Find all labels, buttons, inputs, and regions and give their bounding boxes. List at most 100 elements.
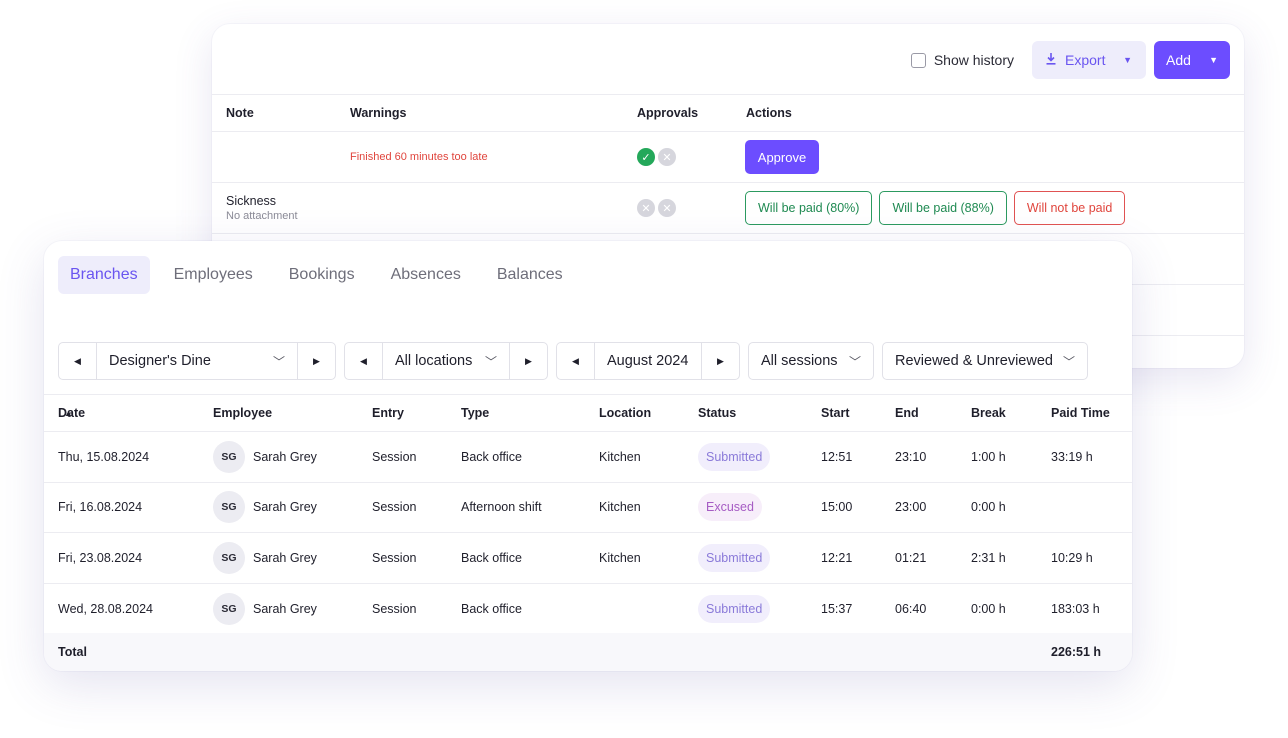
will-be-paid-80-button[interactable]: Will be paid (80%): [745, 191, 873, 225]
table-row: Finished 60 minutes too late ✓ ✕ Approve: [212, 132, 1244, 183]
col-location: Location: [599, 406, 652, 420]
col-actions: Actions: [746, 106, 792, 120]
col-note: Note: [226, 106, 254, 120]
location-select[interactable]: All locations ﹀: [383, 343, 509, 379]
paid-time-cell: 183:03 h: [1051, 601, 1100, 616]
table-row[interactable]: Wed, 28.08.2024 SG Sarah Grey Session Ba…: [44, 584, 1132, 635]
next-location-button[interactable]: ▶: [509, 343, 547, 379]
col-break: Break: [971, 406, 1006, 420]
date-cell: Fri, 23.08.2024: [58, 550, 143, 565]
approvals-table-header: Note Warnings Approvals Actions: [212, 94, 1244, 132]
status-cell: Submitted: [698, 584, 771, 635]
month-display[interactable]: August 2024: [595, 343, 701, 379]
location-cell: Kitchen: [599, 500, 641, 515]
sort-asc-icon: ▲: [64, 408, 73, 418]
show-history-toggle[interactable]: Show history: [910, 52, 1014, 68]
chevron-down-icon: ﹀: [1062, 354, 1075, 369]
avatar: SG: [213, 541, 245, 574]
location-cell: Kitchen: [599, 550, 641, 565]
date-cell: Thu, 15.08.2024: [58, 449, 150, 464]
col-end: End: [895, 406, 919, 420]
status-badge: Submitted: [698, 594, 771, 623]
start-cell: 12:21: [821, 550, 853, 565]
prev-location-button[interactable]: ◀: [345, 343, 383, 379]
avatar: SG: [213, 440, 245, 473]
tab-bar: Branches Employees Bookings Absences Bal…: [58, 256, 583, 294]
col-type: Type: [461, 406, 490, 420]
col-entry: Entry: [372, 406, 404, 420]
end-cell: 06:40: [895, 601, 927, 616]
tab-absences[interactable]: Absences: [379, 256, 473, 294]
location-cell: Kitchen: [599, 449, 641, 464]
branch-select[interactable]: Designer's Dine ﹀: [97, 343, 297, 379]
caret-down-icon[interactable]: ▼: [1209, 55, 1218, 65]
break-cell: 1:00 h: [971, 449, 1006, 464]
entry-cell: Session: [372, 601, 417, 616]
branch-value: Designer's Dine: [109, 353, 211, 369]
prev-branch-button[interactable]: ◀: [59, 343, 97, 379]
employee-name: Sarah Grey: [253, 601, 317, 616]
will-not-be-paid-button[interactable]: Will not be paid: [1013, 191, 1126, 225]
type-cell: Back office: [461, 550, 522, 565]
end-cell: 23:10: [895, 449, 927, 464]
location-value: All locations: [395, 353, 473, 369]
location-filter: ◀ All locations ﹀ ▶: [344, 342, 548, 380]
avatar: SG: [213, 491, 245, 524]
col-start: Start: [821, 406, 850, 420]
row-actions: Will be paid (80%) Will be paid (88%) Wi…: [745, 183, 1126, 233]
note-subtext: No attachment: [226, 210, 298, 222]
status-badge: Submitted: [698, 543, 771, 572]
export-button[interactable]: Export ▼: [1032, 41, 1146, 79]
entry-cell: Session: [372, 500, 417, 515]
entry-cell: Session: [372, 449, 417, 464]
will-be-paid-88-button[interactable]: Will be paid (88%): [879, 191, 1007, 225]
tab-employees[interactable]: Employees: [162, 256, 265, 294]
tab-bookings[interactable]: Bookings: [277, 256, 367, 294]
review-value: Reviewed & Unreviewed: [895, 353, 1053, 369]
break-cell: 2:31 h: [971, 550, 1006, 565]
employee-cell: SG Sarah Grey: [213, 584, 317, 635]
close-icon: ✕: [658, 148, 676, 166]
next-branch-button[interactable]: ▶: [297, 343, 335, 379]
date-cell: Fri, 16.08.2024: [58, 500, 143, 515]
status-cell: Submitted: [698, 432, 771, 482]
paid-time-cell: 33:19 h: [1051, 449, 1093, 464]
col-status: Status: [698, 406, 737, 420]
close-icon: ✕: [637, 199, 655, 217]
review-select[interactable]: Reviewed & Unreviewed ﹀: [882, 342, 1088, 380]
entry-cell: Session: [372, 550, 417, 565]
total-value: 226:51 h: [1051, 645, 1102, 659]
start-cell: 15:00: [821, 500, 853, 515]
paid-time-cell: 10:29 h: [1051, 550, 1093, 565]
col-approvals: Approvals: [637, 106, 699, 120]
start-cell: 12:51: [821, 449, 853, 464]
add-button[interactable]: Add ▼: [1154, 41, 1230, 79]
total-label: Total: [58, 645, 87, 659]
employee-name: Sarah Grey: [253, 550, 317, 565]
sessions-select[interactable]: All sessions ﹀: [748, 342, 874, 380]
chevron-down-icon: ﹀: [272, 354, 285, 369]
status-cell: Excused: [698, 483, 762, 533]
month-filter: ◀ August 2024 ▶: [556, 342, 740, 380]
col-employee: Employee: [213, 406, 273, 420]
caret-down-icon[interactable]: ▼: [1123, 55, 1132, 65]
employee-name: Sarah Grey: [253, 500, 317, 515]
download-icon: [1046, 52, 1056, 68]
col-warnings: Warnings: [350, 106, 407, 120]
bookings-table: Date ▲ Employee Entry Type Location Stat…: [44, 394, 1132, 634]
approve-button[interactable]: Approve: [745, 140, 819, 174]
prev-month-button[interactable]: ◀: [557, 343, 595, 379]
show-history-label: Show history: [933, 52, 1014, 68]
table-row: Sickness No attachment ✕ ✕ Will be paid …: [212, 183, 1244, 234]
table-row[interactable]: Thu, 15.08.2024 SG Sarah Grey Session Ba…: [44, 432, 1132, 483]
start-cell: 15:37: [821, 601, 853, 616]
next-month-button[interactable]: ▶: [701, 343, 739, 379]
table-row[interactable]: Fri, 16.08.2024 SG Sarah Grey Session Af…: [44, 483, 1132, 533]
table-total-row: Total 226:51 h: [44, 633, 1132, 671]
toolbar: Show history Export ▼ Add ▼: [910, 41, 1230, 79]
tab-balances[interactable]: Balances: [485, 256, 575, 294]
tab-branches[interactable]: Branches: [58, 256, 150, 294]
sessions-value: All sessions: [761, 353, 838, 369]
show-history-checkbox[interactable]: [910, 52, 926, 68]
table-row[interactable]: Fri, 23.08.2024 SG Sarah Grey Session Ba…: [44, 533, 1132, 584]
